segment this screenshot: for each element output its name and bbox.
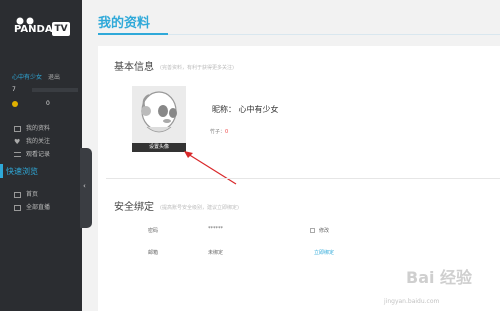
pandatv-logo[interactable]: PANDA TV <box>14 16 72 40</box>
password-action: 修改 <box>319 228 330 234</box>
bamboo-bar <box>32 88 78 92</box>
sidebar-item-all-live[interactable]: 全部直播 <box>14 202 50 211</box>
bamboo-count: 7 <box>12 86 16 93</box>
section-divider <box>106 178 500 179</box>
annotation-arrow-icon <box>184 151 237 185</box>
maobi-balance: 0 <box>12 100 50 107</box>
logo-tv-badge: TV <box>52 22 70 36</box>
basic-info-hint: (完善资料，有利于获得更多关注) <box>160 64 234 71</box>
sidebar-item-profile[interactable]: 我的资料 <box>14 123 50 132</box>
quick-browse-marker <box>0 164 3 178</box>
chevron-left-icon: ‹ <box>83 182 86 190</box>
bamboo-label: 竹子： <box>210 129 226 135</box>
panda-avatar-icon <box>141 91 177 133</box>
history-icon <box>14 152 21 157</box>
password-label: 密码 <box>148 228 159 234</box>
set-avatar-button[interactable]: 设置头像 <box>132 143 186 152</box>
sidebar-item-label: 我的资料 <box>26 125 51 132</box>
avatar[interactable]: 设置头像 <box>132 86 186 152</box>
profile-icon <box>14 125 21 132</box>
bamboo-value: 0 <box>225 129 229 135</box>
watermark: Bai 经验 jingyan.baidu.com <box>376 258 500 311</box>
maobi-icon <box>12 100 18 107</box>
sidebar-item-follows[interactable]: ♥ 我的关注 <box>14 136 50 145</box>
bind-email-link[interactable]: 立即绑定 <box>314 249 334 256</box>
sidebar: PANDA TV 心中有少女 退出 7 0 我的资料 ♥ 我的关注 观看记录 快速… <box>0 0 130 311</box>
logout-link[interactable]: 退出 <box>48 72 60 81</box>
sidebar-item-label: 观看记录 <box>26 151 51 158</box>
home-icon <box>14 191 21 198</box>
sidebar-item-label: 首页 <box>26 191 39 198</box>
sidebar-item-label: 全部直播 <box>26 204 51 211</box>
sidebar-item-history[interactable]: 观看记录 <box>14 149 50 158</box>
edit-icon <box>310 228 315 233</box>
nickname-text: 昵称： 心中有少女 <box>212 105 279 114</box>
username[interactable]: 心中有少女 <box>12 74 42 81</box>
bamboo-info: 竹子：0 <box>210 128 228 135</box>
security-title: 安全绑定 <box>114 202 154 213</box>
watermark-url: jingyan.baidu.com <box>384 298 440 305</box>
quick-browse-header[interactable]: 快速浏览 <box>0 163 82 179</box>
sidebar-collapse-handle[interactable]: ‹ <box>80 148 92 228</box>
sidebar-item-label: 我的关注 <box>26 138 51 145</box>
basic-info-title: 基本信息 <box>114 62 154 73</box>
maobi-count: 0 <box>46 100 50 107</box>
user-row: 心中有少女 退出 <box>12 72 60 81</box>
email-value: 未绑定 <box>208 250 224 256</box>
live-icon <box>14 204 21 211</box>
basic-info-heading: 基本信息 (完善资料，有利于获得更多关注) <box>114 58 234 73</box>
sidebar-item-home[interactable]: 首页 <box>14 189 38 198</box>
security-hint: (提高账号安全级别，建议立即绑定) <box>160 204 239 211</box>
page-title: 我的资料 <box>98 16 151 31</box>
password-edit[interactable]: 修改 <box>310 227 329 234</box>
email-label: 邮箱 <box>148 250 159 256</box>
security-heading: 安全绑定 (提高账号安全级别，建议立即绑定) <box>114 198 239 213</box>
title-accent <box>98 33 168 35</box>
title-underline <box>98 33 500 35</box>
password-value: ****** <box>208 226 223 232</box>
quick-browse-label: 快速浏览 <box>6 167 38 176</box>
bamboo-balance: 7 <box>12 86 130 174</box>
heart-icon: ♥ <box>14 137 21 146</box>
logo-word: PANDA <box>14 24 53 35</box>
watermark-logo: Bai 经验 <box>406 268 473 287</box>
